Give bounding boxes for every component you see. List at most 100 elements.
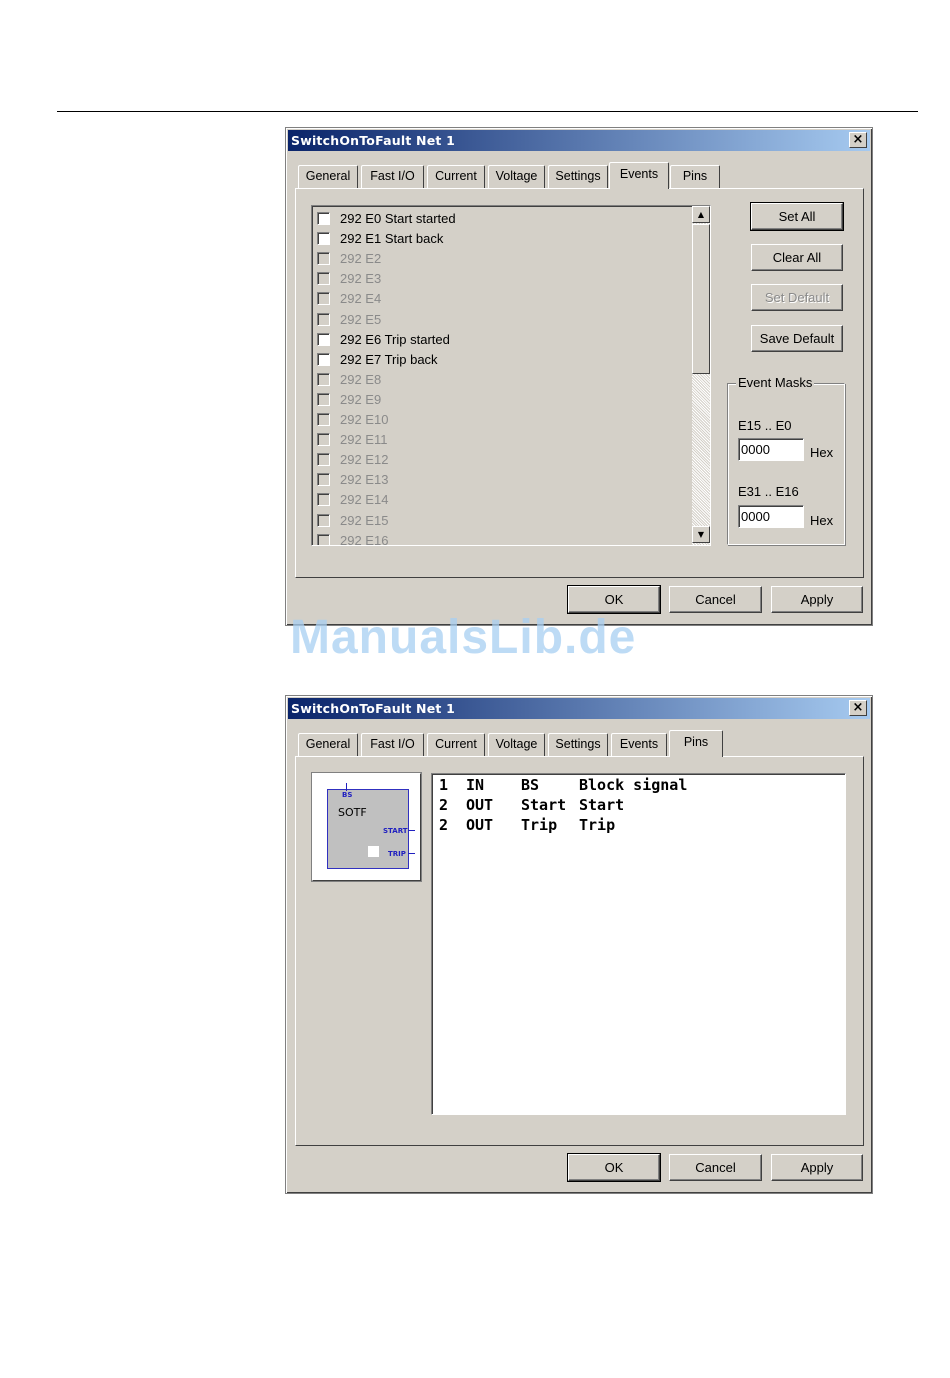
event-row[interactable]: 292 E12 [317, 450, 697, 470]
event-label: 292 E2 [340, 251, 382, 267]
event-row[interactable]: 292 E13 [317, 470, 697, 490]
event-checkbox[interactable] [317, 352, 330, 366]
event-row[interactable]: 292 E14 [317, 490, 697, 510]
arrow-up-icon: ▲ [697, 210, 705, 219]
tab-pins[interactable]: Pins [669, 730, 723, 757]
set-all-button[interactable]: Set All [750, 202, 844, 231]
event-label: 292 E8 [340, 371, 382, 387]
event-row[interactable]: 292 E7 Trip back [317, 350, 697, 370]
tab-general[interactable]: General [298, 165, 358, 188]
mask-low-unit: Hex [810, 445, 834, 460]
event-row[interactable]: 292 E1 Start back [317, 229, 697, 249]
event-label: 292 E13 [340, 472, 389, 488]
event-row[interactable]: 292 E10 [317, 410, 697, 430]
close-icon: × [852, 700, 864, 715]
cancel-button[interactable]: Cancel [669, 586, 762, 613]
tab-fast-io[interactable]: Fast I/O [361, 165, 424, 188]
title-bar[interactable]: SwitchOnToFault Net 1 × [288, 130, 870, 151]
input-pin-line [346, 783, 347, 791]
pin-name: BS [521, 776, 540, 794]
dialog-title: SwitchOnToFault Net 1 [291, 701, 456, 716]
event-label: 292 E1 Start back [340, 231, 444, 247]
apply-button[interactable]: Apply [771, 586, 863, 613]
events-dialog: SwitchOnToFault Net 1 × General Fast I/O… [285, 127, 873, 626]
ok-button[interactable]: OK [567, 1153, 661, 1182]
tab-current[interactable]: Current [427, 733, 485, 756]
scroll-down-button[interactable]: ▼ [692, 526, 710, 543]
page-divider [57, 111, 918, 112]
mask-low-input[interactable]: 0000 [738, 438, 804, 461]
pin-no: 2 [439, 796, 449, 814]
event-checkbox[interactable] [317, 232, 330, 246]
arrow-down-icon: ▼ [697, 530, 705, 539]
tab-settings[interactable]: Settings [548, 733, 608, 756]
output-pin-label-trip: TRIP [388, 850, 406, 858]
event-checkbox [317, 473, 330, 487]
tab-current[interactable]: Current [427, 165, 485, 188]
function-block: BS SOTF START TRIP [327, 783, 415, 869]
event-checkbox[interactable] [317, 212, 330, 225]
event-row[interactable]: 292 E3 [317, 269, 697, 289]
event-label: 292 E11 [340, 432, 388, 448]
pin-name: Start [521, 796, 567, 814]
event-checkbox [317, 252, 330, 266]
mask-high-unit: Hex [810, 513, 834, 528]
events-list[interactable]: 292 E0 Start started 292 E1 Start back 292… [311, 205, 711, 546]
event-checkbox [317, 392, 330, 406]
pin-desc: Block signal [579, 776, 688, 794]
event-checkbox [317, 292, 330, 306]
event-row[interactable]: 292 E15 [317, 511, 697, 531]
tab-pins[interactable]: Pins [670, 165, 720, 188]
event-label: 292 E4 [340, 291, 382, 307]
event-checkbox [317, 413, 330, 426]
event-row[interactable]: 292 E8 [317, 370, 697, 390]
tab-fast-io[interactable]: Fast I/O [361, 733, 424, 756]
event-label: 292 E10 [340, 412, 389, 427]
pin-desc: Start [579, 796, 625, 814]
event-row[interactable]: 292 E4 [317, 289, 697, 309]
apply-button[interactable]: Apply [771, 1154, 863, 1181]
event-row[interactable]: 292 E5 [317, 310, 697, 330]
event-checkbox [317, 453, 330, 467]
pin-no: 2 [439, 816, 449, 834]
tab-events[interactable]: Events [609, 162, 669, 189]
event-row[interactable]: 292 E0 Start started [317, 209, 697, 229]
event-row[interactable]: 292 E2 [317, 249, 697, 269]
ok-button[interactable]: OK [567, 585, 661, 614]
close-button[interactable]: × [849, 700, 867, 716]
events-scrollbar[interactable]: ▲ ▼ [692, 206, 710, 545]
event-label: 292 E6 Trip started [340, 331, 450, 347]
scroll-thumb[interactable] [692, 224, 710, 374]
pin-dir: IN [466, 776, 485, 794]
tab-general[interactable]: General [298, 733, 358, 756]
pin-desc: Trip [579, 816, 616, 834]
tab-voltage[interactable]: Voltage [488, 733, 545, 756]
event-checkbox [317, 372, 330, 386]
mask-high-label: E31 .. E16 [738, 484, 799, 499]
scroll-up-button[interactable]: ▲ [692, 206, 710, 223]
cancel-button[interactable]: Cancel [669, 1154, 762, 1181]
dialog-title: SwitchOnToFault Net 1 [291, 133, 456, 148]
event-checkbox [317, 493, 330, 507]
pins-list[interactable]: 1 IN BS Block signal 2 OUT Start Start 2 OUT Trip T… [431, 773, 846, 1115]
clear-all-button[interactable]: Clear All [751, 244, 843, 271]
mask-high-input[interactable]: 0000 [738, 505, 804, 528]
event-label: 292 E15 [340, 512, 389, 528]
tab-events[interactable]: Events [611, 733, 667, 756]
event-label: 292 E12 [340, 452, 389, 468]
event-row[interactable]: 292 E9 [317, 390, 697, 410]
close-button[interactable]: × [849, 132, 867, 148]
event-row[interactable]: 292 E16 [317, 531, 697, 545]
event-masks-group: Event Masks E15 .. E0 0000 Hex E31 .. E1… [727, 375, 845, 545]
title-bar[interactable]: SwitchOnToFault Net 1 × [288, 698, 870, 719]
event-checkbox[interactable] [317, 332, 330, 346]
tab-settings[interactable]: Settings [548, 165, 608, 188]
set-default-button[interactable]: Set Default [751, 284, 843, 311]
pin-no: 1 [439, 776, 449, 794]
input-pin-label: BS [342, 791, 353, 799]
pin-dir: OUT [466, 796, 494, 814]
event-row[interactable]: 292 E6 Trip started [317, 330, 697, 350]
event-row[interactable]: 292 E11 [317, 430, 697, 450]
save-default-button[interactable]: Save Default [751, 325, 843, 352]
tab-voltage[interactable]: Voltage [488, 165, 545, 188]
